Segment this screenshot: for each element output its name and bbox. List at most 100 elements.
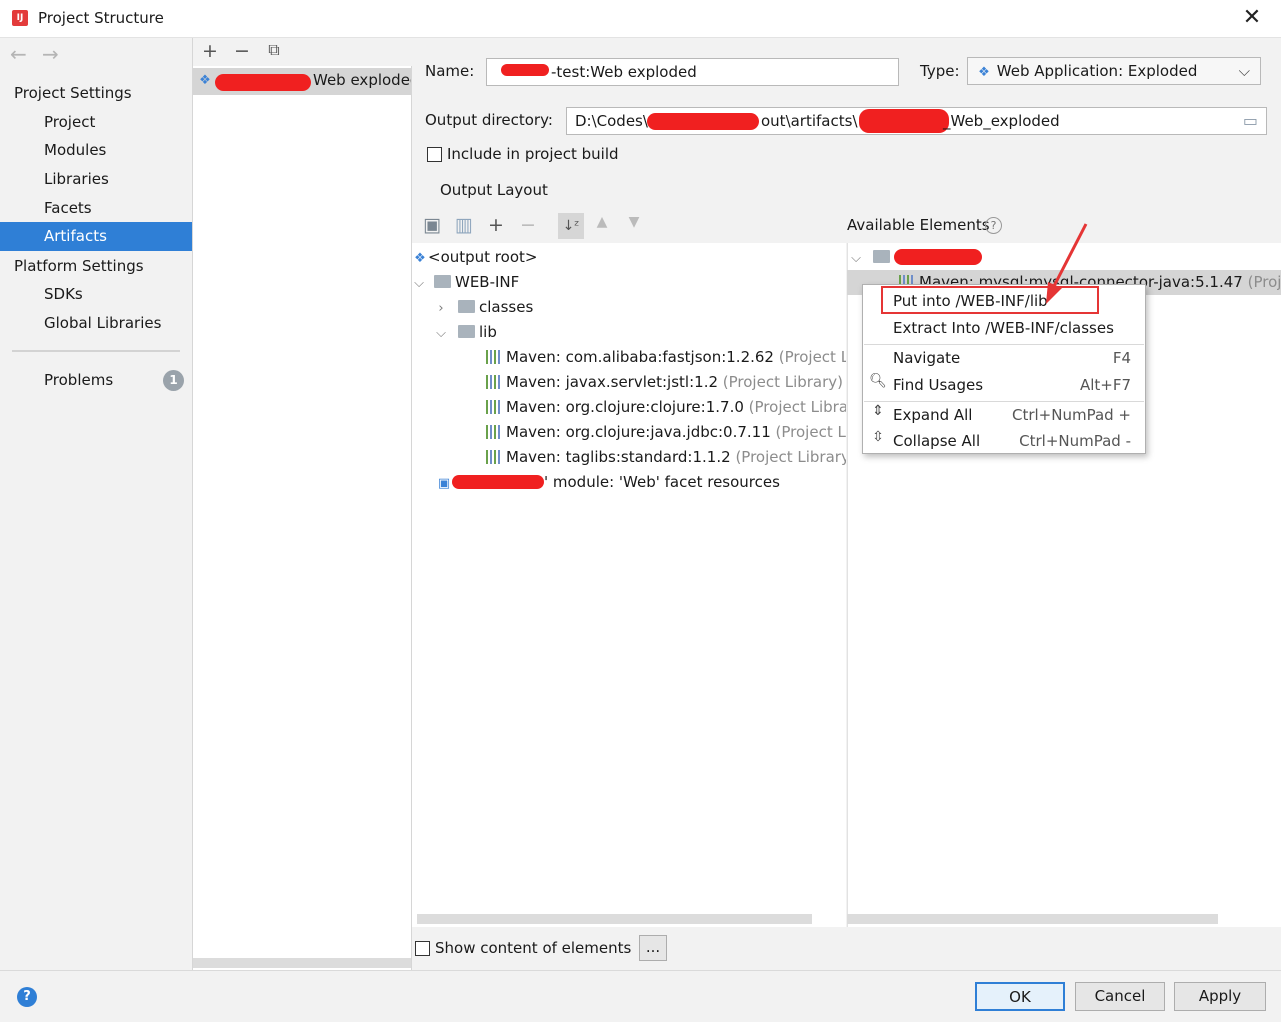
library-icon [486, 375, 502, 389]
problems-count-badge: 1 [163, 370, 184, 391]
title-bar [0, 0, 1281, 38]
menu-item-shortcut: Ctrl+NumPad - [1019, 432, 1131, 450]
menu-item-expand-all[interactable]: Expand All Ctrl+NumPad + [863, 402, 1145, 429]
menu-item-shortcut: Alt+F7 [1079, 376, 1131, 394]
apply-button[interactable]: Apply [1174, 982, 1266, 1011]
remove-element-icon[interactable]: − [517, 214, 539, 236]
move-down-icon[interactable]: ▼ [623, 214, 645, 230]
project-settings-header: Project Settings [14, 84, 132, 102]
sidebar-divider [12, 350, 180, 352]
sidebar-item-modules[interactable]: Modules [0, 136, 192, 165]
redaction-mark [647, 113, 759, 130]
artifact-list-toolbar [193, 38, 412, 66]
tree-row[interactable]: Maven: org.clojure:java.jdbc:0.7.11 (Pro… [486, 420, 846, 445]
create-directory-icon[interactable]: ▣ [421, 214, 443, 236]
add-element-icon[interactable]: + [485, 214, 507, 236]
chevron-down-icon: ⌵ [1238, 62, 1250, 80]
folder-icon [434, 275, 451, 288]
intellij-app-icon: IJ [12, 10, 28, 26]
tree-row[interactable]: › classes [434, 295, 533, 320]
folder-icon [458, 300, 475, 313]
tree-row[interactable]: Maven: javax.servlet:jstl:1.2 (Project L… [486, 370, 846, 395]
menu-item-collapse-all[interactable]: Collapse All Ctrl+NumPad - [863, 428, 1145, 455]
menu-item-find-usages[interactable]: Find Usages Alt+F7 [863, 372, 1145, 399]
type-select[interactable]: ❖ Web Application: Exploded ⌵ [967, 57, 1261, 85]
arrow-right-icon[interactable]: → [42, 42, 59, 66]
copy-icon[interactable]: ⧉ [263, 40, 285, 60]
tree-row[interactable]: ⌵ [849, 245, 982, 270]
platform-settings-header: Platform Settings [14, 257, 144, 275]
tab-output-layout[interactable]: Output Layout [440, 181, 548, 199]
artifact-name-value: -test:Web exploded [551, 63, 697, 81]
chevron-down-icon[interactable]: ⌵ [849, 246, 863, 271]
available-tree-scrollbar[interactable] [847, 914, 1218, 924]
name-label: Name: [425, 62, 475, 80]
menu-item-label: Extract Into /WEB-INF/classes [893, 319, 1114, 337]
tree-row-label: Maven: javax.servlet:jstl:1.2 [506, 373, 718, 391]
add-icon[interactable]: + [199, 40, 221, 62]
ok-button[interactable]: OK [975, 982, 1065, 1011]
chevron-down-icon[interactable]: ⌵ [434, 321, 448, 346]
module-facet-icon: ▣ [437, 476, 451, 491]
tree-row-label: Maven: com.alibaba:fastjson:1.2.62 [506, 348, 774, 366]
tree-row[interactable]: Maven: com.alibaba:fastjson:1.2.62 (Proj… [486, 345, 846, 370]
menu-item-extract-into-classes[interactable]: Extract Into /WEB-INF/classes [863, 315, 1145, 342]
menu-item-navigate[interactable]: Navigate F4 [863, 345, 1145, 372]
menu-item-label: Find Usages [893, 376, 984, 394]
tree-row[interactable]: Maven: org.clojure:clojure:1.7.0 (Projec… [486, 395, 846, 420]
close-icon[interactable]: ✕ [1238, 4, 1266, 32]
show-content-options-button[interactable]: ... [639, 935, 667, 961]
sort-icon[interactable]: ↓ᶻ [558, 213, 584, 239]
sidebar-item-sdks[interactable]: SDKs [0, 280, 192, 309]
type-select-value: Web Application: Exploded [996, 62, 1198, 80]
artifact-list-scrollbar[interactable] [193, 958, 411, 968]
web-app-icon: ❖ [978, 65, 990, 80]
tree-row-label: Maven: org.clojure:clojure:1.7.0 [506, 398, 744, 416]
output-directory-part-3: _Web_exploded [943, 112, 1060, 130]
cancel-button[interactable]: Cancel [1075, 982, 1165, 1011]
show-content-checkbox[interactable] [415, 941, 430, 956]
sidebar-item-libraries[interactable]: Libraries [0, 165, 192, 194]
tree-row-suffix: (Project Lib [778, 348, 846, 366]
output-directory-part-1: D:\Codes\ [575, 112, 648, 130]
tree-row-label: classes [479, 298, 534, 316]
tree-row-label: ' module: 'Web' facet resources [544, 473, 780, 491]
library-icon [486, 350, 502, 364]
tree-row-label: Maven: taglibs:standard:1.1.2 [506, 448, 731, 466]
tree-row[interactable]: ▣ ' module: 'Web' facet resources [436, 470, 836, 495]
sidebar-item-facets[interactable]: Facets [0, 194, 192, 223]
output-directory-field[interactable]: D:\Codes\ out\artifacts\ _Web_exploded ▭ [566, 107, 1267, 135]
sidebar-item-project[interactable]: Project [0, 108, 192, 137]
menu-item-label: Navigate [893, 349, 961, 367]
artifact-list-item[interactable]: ❖ Web exploded [193, 68, 411, 95]
menu-item-label: Expand All [893, 406, 973, 424]
sidebar-item-artifacts[interactable]: Artifacts [0, 222, 192, 251]
tree-row-suffix: (Project Lib [775, 423, 846, 441]
tree-row[interactable]: ⌵ lib [434, 320, 497, 345]
menu-item-label: Collapse All [893, 432, 981, 450]
tree-row-label: lib [479, 323, 497, 341]
window-title: Project Structure [38, 9, 164, 27]
move-up-icon[interactable]: ▲ [591, 214, 613, 230]
tree-row-label: <output root> [428, 248, 538, 266]
include-in-build-checkbox[interactable] [427, 147, 442, 162]
output-root-icon: ❖ [414, 251, 426, 266]
menu-item-shortcut: F4 [1112, 349, 1131, 367]
module-folder-icon [873, 250, 890, 263]
tree-row[interactable]: Maven: taglibs:standard:1.1.2 (Project L… [486, 445, 846, 470]
sidebar-item-global-libraries[interactable]: Global Libraries [0, 309, 192, 338]
redaction-mark [859, 109, 949, 133]
chevron-right-icon[interactable]: › [434, 296, 448, 321]
artifact-name-field[interactable]: -test:Web exploded [486, 58, 899, 86]
help-icon[interactable]: ? [17, 987, 37, 1007]
folder-browse-icon[interactable]: ▭ [1243, 108, 1258, 134]
layout-tree-scrollbar[interactable] [417, 914, 812, 924]
chevron-down-icon[interactable]: ⌵ [412, 271, 426, 296]
remove-icon[interactable]: − [231, 40, 253, 62]
arrow-left-icon[interactable]: ← [10, 42, 27, 66]
tree-row-suffix: (Project Library [748, 398, 846, 416]
tree-row[interactable]: ❖ <output root> [412, 245, 537, 270]
help-icon[interactable]: ? [985, 217, 1002, 234]
create-archive-icon[interactable]: ▥ [453, 214, 475, 236]
tree-row[interactable]: ⌵ WEB-INF [412, 270, 519, 295]
